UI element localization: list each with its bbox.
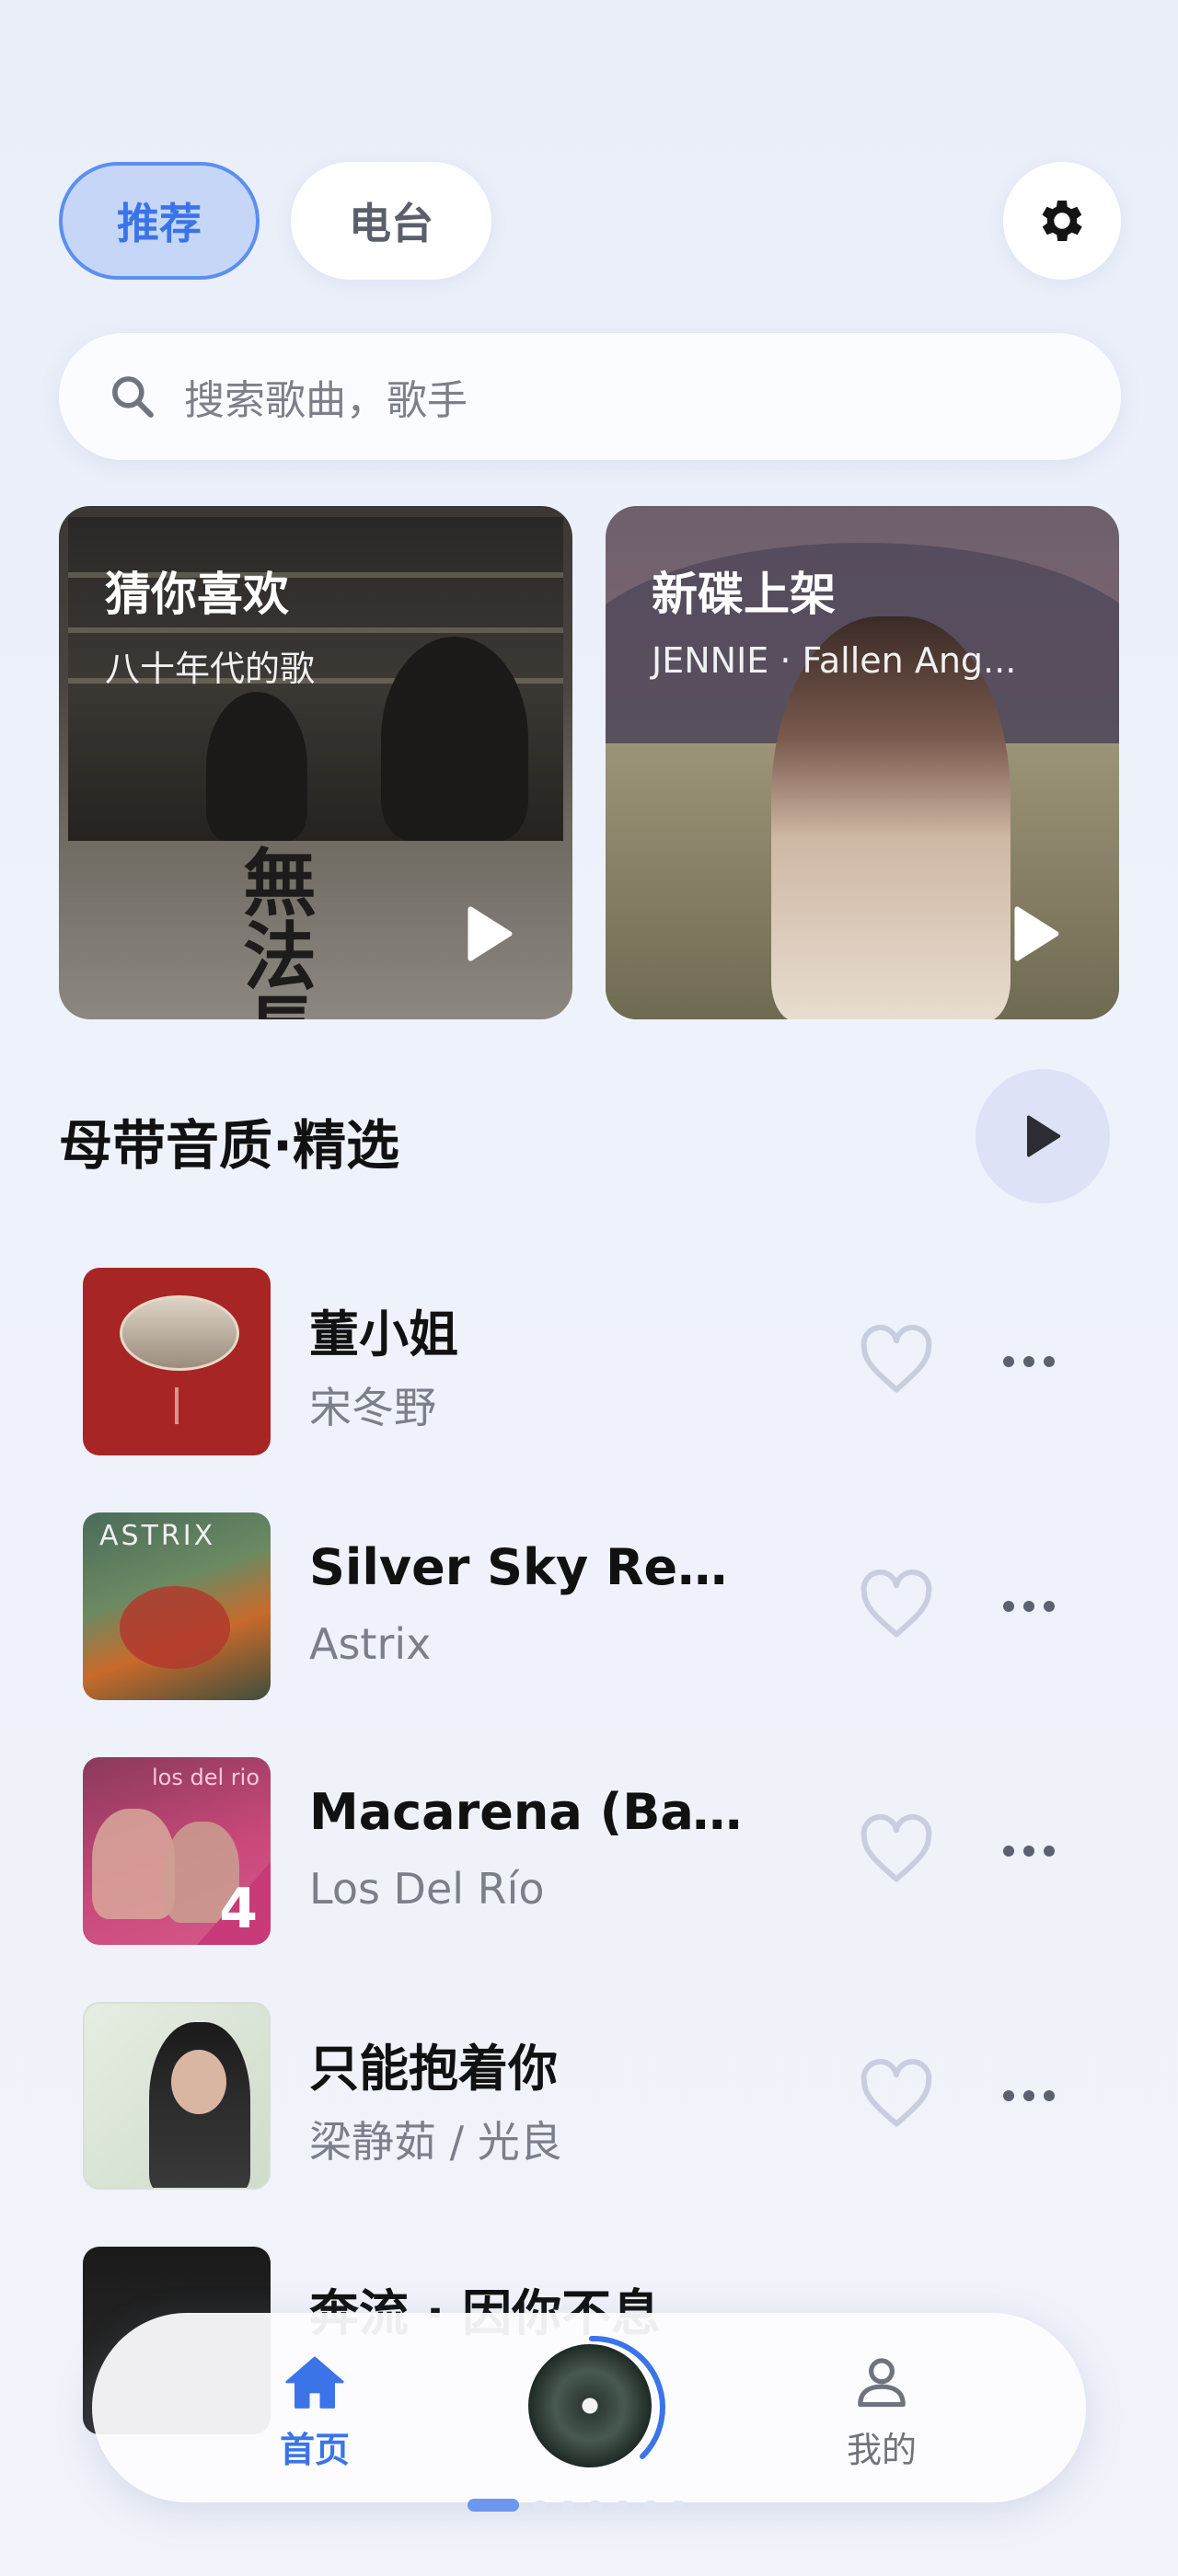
feature-card-guess-you-like[interactable]: 無法長大 猜你喜欢 八十年代的歌: [59, 506, 572, 1019]
search-bar[interactable]: 搜索歌曲，歌手: [59, 333, 1121, 460]
song-row[interactable]: 董小姐 宋冬野: [83, 1268, 1104, 1457]
play-icon[interactable]: [1009, 905, 1062, 962]
song-title: Macarena (Baysi...: [309, 1783, 769, 1841]
song-cover: ASTRIX: [83, 1512, 271, 1700]
feature-subtitle: JENNIE · Fallen Ang...: [652, 640, 1017, 681]
more-icon[interactable]: [1001, 1352, 1057, 1371]
gear-icon: [1042, 201, 1082, 241]
user-icon: [858, 2358, 906, 2408]
song-artist: 宋冬野: [309, 1383, 436, 1432]
feature-title: 新碟上架: [652, 568, 836, 621]
song-title: Silver Sky Remix: [309, 1538, 769, 1596]
play-all-button[interactable]: [976, 1069, 1110, 1203]
feature-title: 猜你喜欢: [105, 568, 289, 621]
play-icon[interactable]: [462, 905, 515, 962]
heart-icon[interactable]: [858, 1325, 935, 1397]
nav-mine-label: 我的: [846, 2430, 917, 2470]
nav-home[interactable]: 首页: [241, 2353, 388, 2472]
settings-button[interactable]: [1003, 162, 1121, 280]
page-indicator-active: [468, 2499, 519, 2512]
tab-radio-label: 电台: [349, 199, 433, 248]
cover-calligraphy: 無法長大: [243, 840, 317, 1019]
section-title: 母带音质·精选: [59, 1114, 400, 1177]
more-icon[interactable]: [1001, 1842, 1057, 1860]
search-placeholder: 搜索歌曲，歌手: [184, 377, 468, 424]
nav-mine[interactable]: 我的: [808, 2353, 955, 2472]
heart-icon[interactable]: [858, 1814, 935, 1886]
cover-text: los del rio: [152, 1765, 260, 1790]
heart-icon[interactable]: [858, 1570, 935, 1641]
cover-number: 4: [219, 1877, 258, 1941]
heart-icon[interactable]: [858, 2059, 935, 2131]
tab-recommend[interactable]: 推荐: [59, 162, 260, 280]
song-cover: los del rio 4: [83, 1757, 271, 1945]
tab-radio[interactable]: 电台: [291, 162, 491, 280]
song-cover: [83, 1268, 271, 1455]
home-icon: [285, 2356, 344, 2409]
song-cover: [83, 2002, 271, 2190]
page-indicator-dots: [534, 2501, 685, 2510]
song-artist: 梁静茹 / 光良: [309, 2117, 562, 2167]
song-artist: Los Del Río: [309, 1864, 545, 1914]
bottom-nav: 首页 我的: [92, 2313, 1086, 2502]
song-title: 董小姐: [309, 1305, 458, 1363]
song-row[interactable]: los del rio 4 Macarena (Baysi... Los Del…: [83, 1757, 1104, 1947]
song-title: 只能抱着你: [309, 2040, 558, 2098]
more-icon[interactable]: [1001, 1597, 1057, 1616]
song-artist: Astrix: [309, 1619, 432, 1669]
cover-text: ASTRIX: [99, 1520, 216, 1552]
tab-recommend-label: 推荐: [117, 199, 202, 248]
nav-home-label: 首页: [279, 2430, 350, 2470]
song-row[interactable]: 只能抱着你 梁静茹 / 光良: [83, 2002, 1104, 2191]
feature-card-new-albums[interactable]: 新碟上架 JENNIE · Fallen Ang...: [606, 506, 1119, 1019]
feature-subtitle: 八十年代的歌: [105, 649, 316, 689]
now-playing-disc[interactable]: [515, 2331, 668, 2484]
search-icon: [112, 376, 154, 418]
song-row[interactable]: ASTRIX Silver Sky Remix Astrix: [83, 1512, 1104, 1702]
more-icon[interactable]: [1001, 2087, 1057, 2105]
album-disc: [528, 2344, 652, 2467]
play-icon: [1026, 1115, 1061, 1157]
